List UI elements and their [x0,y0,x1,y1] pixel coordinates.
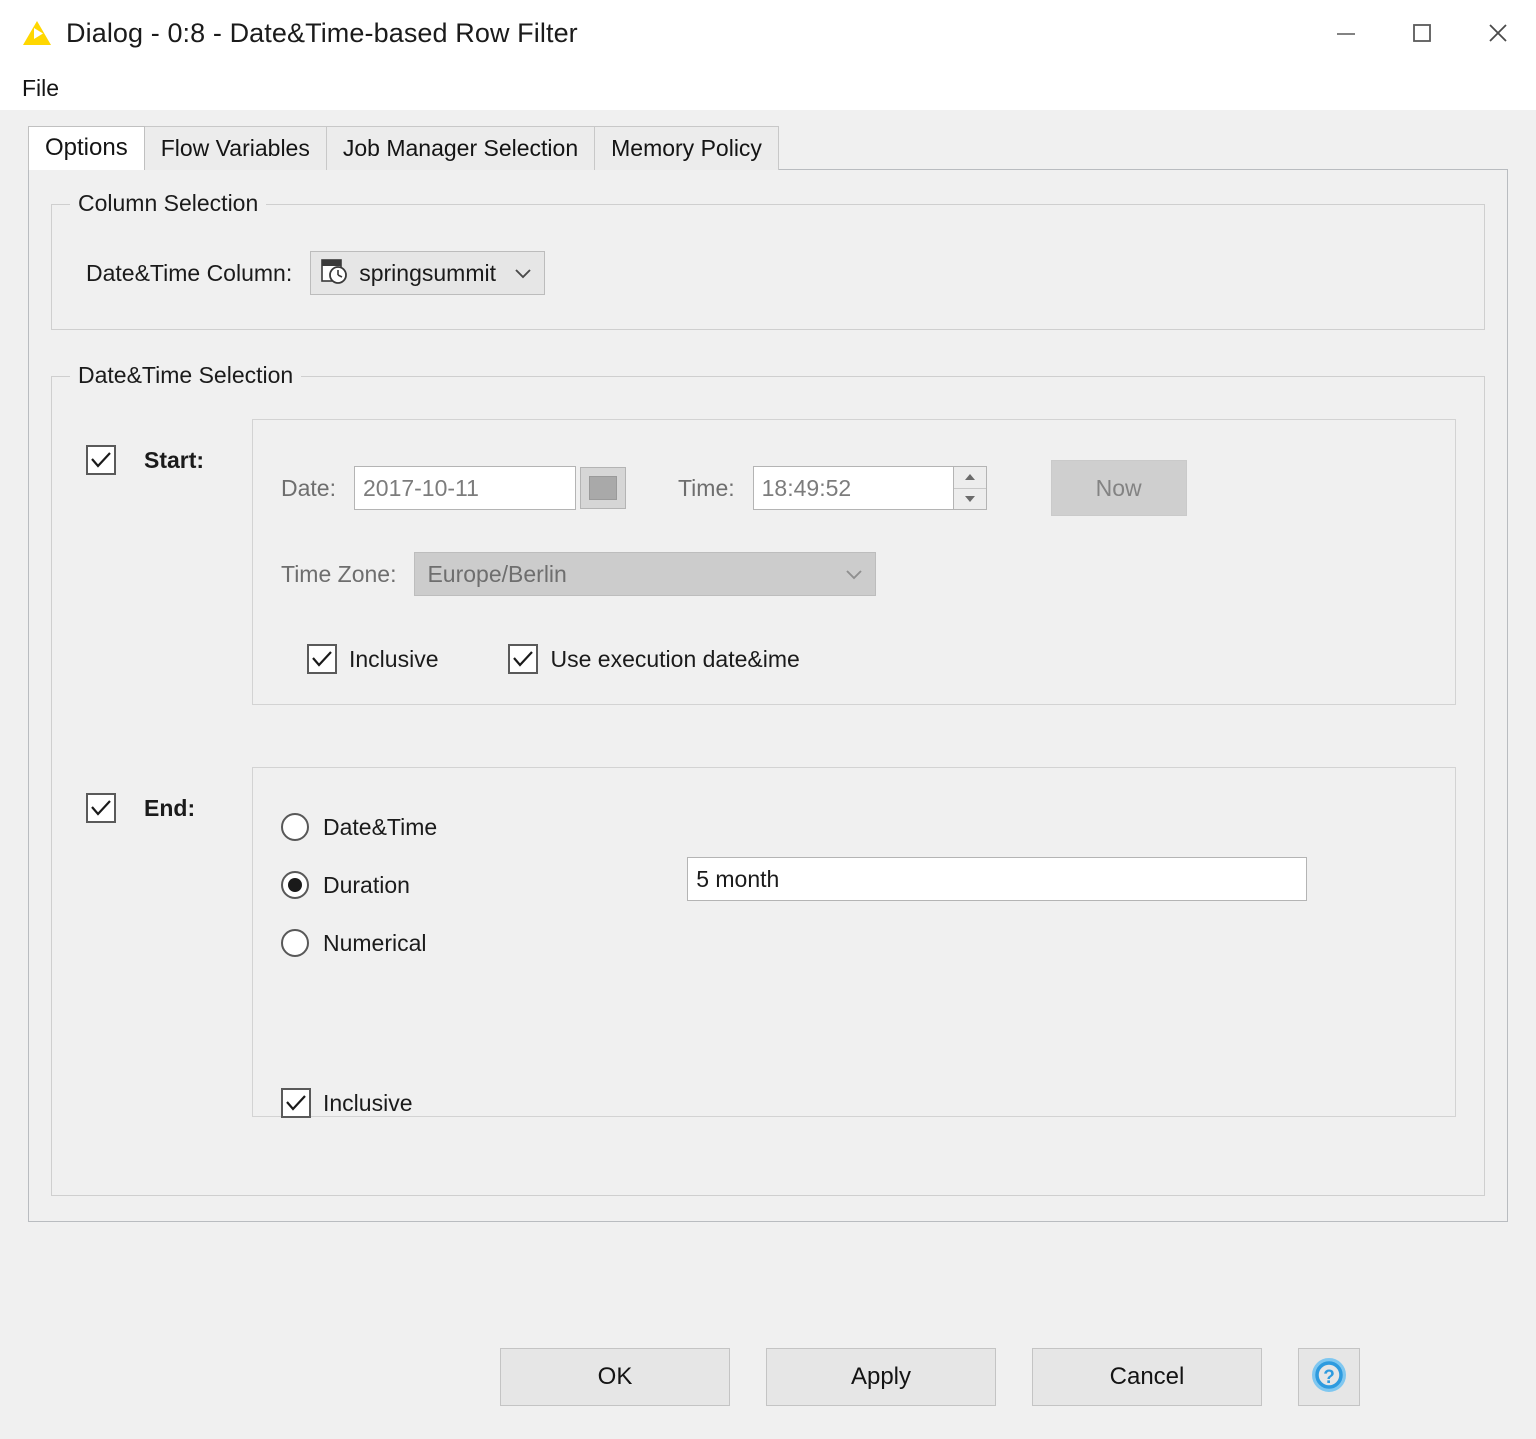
start-inclusive-checkbox[interactable] [307,644,337,674]
calendar-clock-icon [319,256,349,291]
maximize-icon[interactable] [1384,0,1460,66]
end-duration-value: 5 month [696,865,780,892]
cancel-button[interactable]: Cancel [1032,1348,1262,1406]
start-enabled-checkbox[interactable] [86,445,116,475]
title-bar: Dialog - 0:8 - Date&Time-based Row Filte… [0,0,1536,66]
start-time-spinner-group: 18:49:52 [752,466,987,510]
datetime-column-value: springsummit [359,259,496,286]
help-button[interactable]: ? [1298,1348,1360,1406]
end-mode-duration-radio[interactable] [281,871,309,899]
start-timezone-value: Europe/Berlin [427,560,567,587]
start-enabled-row[interactable]: Start: [52,419,252,475]
start-date-input[interactable]: 2017-10-11 [353,466,576,510]
tab-flow-variables[interactable]: Flow Variables [143,126,327,170]
knime-triangle-icon [22,19,52,47]
minimize-icon[interactable] [1308,0,1384,66]
start-inclusive-label: Inclusive [349,645,439,672]
dialog-footer: OK Apply Cancel ? [0,1348,1536,1406]
start-use-execution-row[interactable]: Use execution date&ime [508,644,800,674]
end-mode-datetime-row[interactable]: Date&Time [281,798,437,856]
help-icon: ? [1309,1355,1349,1400]
menu-item-file[interactable]: File [16,73,65,104]
window-controls [1308,0,1536,66]
start-timezone-combo[interactable]: Europe/Berlin [414,552,877,596]
end-mode-duration-row[interactable]: Duration [281,856,437,914]
end-label: End: [144,794,196,821]
start-use-execution-checkbox[interactable] [508,644,539,674]
end-mode-datetime-label: Date&Time [323,813,438,840]
end-inclusive-label: Inclusive [323,1089,413,1116]
end-mode-numerical-radio[interactable] [281,929,309,957]
chevron-down-icon [512,262,534,284]
tab-strip: Options Flow Variables Job Manager Selec… [0,126,1536,170]
svg-text:?: ? [1323,1367,1335,1388]
start-inclusive-row[interactable]: Inclusive [307,644,438,674]
end-block: End: Date&Time Duration Numerical 5 mont… [52,705,1484,1118]
tab-memory-policy-label: Memory Policy [611,134,762,161]
end-mode-area: Date&Time Duration Numerical 5 month [281,798,1455,972]
column-selection-row: Date&Time Column: springsummit [52,205,1484,295]
start-panel: Date: 2017-10-11 Time: 18:49:52 Now Time… [252,419,1456,705]
apply-button-label: Apply [850,1363,912,1390]
start-time-value: 18:49:52 [761,474,852,501]
end-mode-radio-group: Date&Time Duration Numerical [281,798,437,972]
datetime-column-label: Date&Time Column: [86,259,293,286]
end-mode-numerical-label: Numerical [323,929,427,956]
spinner-up-icon[interactable] [953,467,986,489]
ok-button-label: OK [597,1363,633,1390]
calendar-icon[interactable] [579,467,626,509]
end-duration-input[interactable]: 5 month [687,857,1308,901]
ok-button[interactable]: OK [500,1348,730,1406]
end-mode-numerical-row[interactable]: Numerical [281,914,437,972]
end-inclusive-checkbox[interactable] [281,1088,311,1118]
start-use-execution-label: Use execution date&ime [550,645,800,672]
spinner-down-icon[interactable] [953,488,986,509]
options-tab-panel: Column Selection Date&Time Column: sprin… [28,169,1508,1222]
start-time-label: Time: [677,474,735,501]
tab-job-manager-selection-label: Job Manager Selection [342,134,579,161]
end-enabled-checkbox[interactable] [86,793,116,823]
end-inclusive-row[interactable]: Inclusive [281,1088,1455,1118]
start-timezone-label: Time Zone: [281,560,397,587]
tab-area: Options Flow Variables Job Manager Selec… [0,110,1536,1223]
end-mode-duration-label: Duration [323,871,410,898]
window-title: Dialog - 0:8 - Date&Time-based Row Filte… [66,17,578,48]
start-timezone-row: Time Zone: Europe/Berlin [281,552,1455,596]
menu-bar: File [0,66,1536,110]
datetime-selection-group-title: Date&Time Selection [70,362,302,389]
cancel-button-label: Cancel [1109,1363,1185,1390]
column-selection-group-title: Column Selection [70,190,267,217]
tab-job-manager-selection[interactable]: Job Manager Selection [325,126,596,170]
start-block: Start: Date: 2017-10-11 Time: 18:49:52 N… [52,377,1484,705]
tab-flow-variables-label: Flow Variables [160,134,310,161]
apply-button[interactable]: Apply [766,1348,996,1406]
start-date-time-row: Date: 2017-10-11 Time: 18:49:52 Now [281,460,1455,516]
calendar-glyph [588,476,617,500]
tab-memory-policy[interactable]: Memory Policy [594,126,779,170]
column-selection-group: Column Selection Date&Time Column: sprin… [51,190,1485,330]
chevron-down-icon [843,563,865,585]
start-date-label: Date: [281,474,336,501]
end-mode-datetime-radio[interactable] [281,813,309,841]
start-time-input[interactable]: 18:49:52 [752,466,953,510]
start-checkbox-row: Inclusive Use execution date&ime [281,644,1455,674]
datetime-selection-group: Date&Time Selection Start: Date: 2017-10… [51,362,1485,1196]
datetime-column-combo[interactable]: springsummit [310,251,545,295]
tab-options-label: Options [45,134,128,161]
tab-options[interactable]: Options [28,126,145,170]
start-date-value: 2017-10-11 [362,474,479,501]
end-panel: Date&Time Duration Numerical 5 month Inc… [252,767,1456,1118]
start-time-spinner[interactable] [952,466,987,510]
now-button[interactable]: Now [1050,460,1187,516]
end-enabled-row[interactable]: End: [52,767,252,823]
start-label: Start: [144,446,205,473]
close-icon[interactable] [1460,0,1536,66]
now-button-label: Now [1095,474,1142,501]
